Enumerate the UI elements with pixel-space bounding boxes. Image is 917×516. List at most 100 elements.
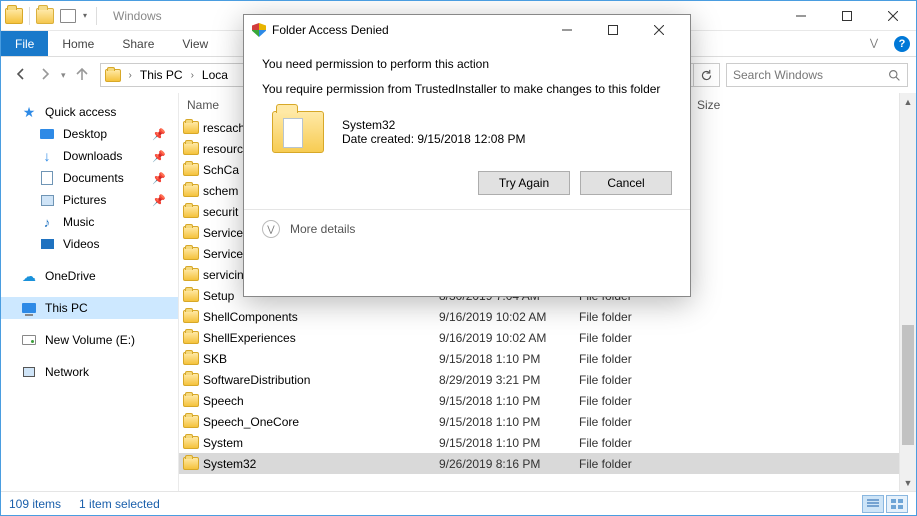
tab-home[interactable]: Home (48, 31, 108, 56)
expand-ribbon-button[interactable]: ⋁ (860, 31, 888, 56)
folder-access-denied-dialog: Folder Access Denied You need permission… (243, 14, 691, 297)
refresh-button[interactable] (693, 64, 719, 86)
folder-icon (179, 142, 203, 155)
maximize-button[interactable] (824, 1, 870, 31)
file-type: File folder (579, 373, 689, 387)
icons-view-button[interactable] (886, 495, 908, 513)
scrollbar[interactable]: ▲ ▼ (899, 93, 916, 491)
file-type: File folder (579, 331, 689, 345)
up-button[interactable] (74, 66, 90, 85)
column-size[interactable]: Size (689, 98, 749, 112)
file-date: 9/26/2019 8:16 PM (439, 457, 579, 471)
music-icon: ♪ (39, 214, 55, 230)
dialog-item-info: System32 Date created: 9/15/2018 12:08 P… (342, 118, 525, 146)
navigation-pane: ★Quick access Desktop📌 ↓Downloads📌 Docum… (1, 93, 179, 491)
selection-count: 1 item selected (79, 497, 160, 511)
sidebar-label: Desktop (63, 127, 107, 141)
search-input[interactable]: Search Windows (726, 63, 908, 87)
history-dropdown-icon[interactable]: ▾ (61, 70, 66, 81)
pc-icon (21, 300, 37, 316)
dialog-item-row: System32 Date created: 9/15/2018 12:08 P… (262, 111, 672, 153)
sidebar-item-quick-access[interactable]: ★Quick access (1, 101, 178, 123)
folder-icon (179, 226, 203, 239)
table-row[interactable]: Speech9/15/2018 1:10 PMFile folder (179, 390, 899, 411)
search-icon (888, 69, 901, 82)
file-date: 9/15/2018 1:10 PM (439, 436, 579, 450)
more-details-label: More details (290, 222, 355, 236)
folder-icon (101, 69, 125, 82)
new-folder-icon[interactable] (60, 9, 76, 23)
file-name: System32 (203, 457, 439, 471)
close-button[interactable] (870, 1, 916, 31)
sidebar-label: Downloads (63, 149, 122, 163)
details-view-button[interactable] (862, 495, 884, 513)
folder-icon (179, 121, 203, 134)
separator (29, 7, 30, 25)
dialog-minimize-button[interactable] (544, 15, 590, 45)
chevron-right-icon[interactable]: › (125, 70, 136, 81)
table-row[interactable]: SKB9/15/2018 1:10 PMFile folder (179, 348, 899, 369)
sidebar-label: Network (45, 365, 89, 379)
sidebar-label: New Volume (E:) (45, 333, 135, 347)
folder-icon (179, 436, 203, 449)
forward-button[interactable] (37, 66, 53, 85)
file-date: 9/15/2018 1:10 PM (439, 394, 579, 408)
table-row[interactable]: ShellExperiences9/16/2019 10:02 AMFile f… (179, 327, 899, 348)
network-icon (21, 364, 37, 380)
table-row[interactable]: SoftwareDistribution8/29/2019 3:21 PMFil… (179, 369, 899, 390)
sidebar-item-network[interactable]: Network (1, 361, 178, 383)
file-date: 8/29/2019 3:21 PM (439, 373, 579, 387)
table-row[interactable]: ShellComponents9/16/2019 10:02 AMFile fo… (179, 306, 899, 327)
sidebar-item-videos[interactable]: Videos (1, 233, 178, 255)
tab-file[interactable]: File (1, 31, 48, 56)
file-name: Speech (203, 394, 439, 408)
quick-access-toolbar: ▾ (1, 7, 107, 25)
dialog-close-button[interactable] (636, 15, 682, 45)
qat-dropdown-icon[interactable]: ▾ (80, 11, 90, 21)
sidebar-item-downloads[interactable]: ↓Downloads📌 (1, 145, 178, 167)
dialog-window-controls (544, 15, 682, 45)
file-name: SKB (203, 352, 439, 366)
pictures-icon (39, 192, 55, 208)
table-row[interactable]: System9/15/2018 1:10 PMFile folder (179, 432, 899, 453)
properties-icon[interactable] (36, 8, 54, 24)
tab-view[interactable]: View (168, 31, 222, 56)
view-buttons (862, 495, 908, 513)
sidebar-item-pictures[interactable]: Pictures📌 (1, 189, 178, 211)
dialog-subtext: You require permission from TrustedInsta… (262, 81, 672, 97)
sidebar-item-music[interactable]: ♪Music (1, 211, 178, 233)
scroll-thumb[interactable] (902, 325, 914, 445)
try-again-button[interactable]: Try Again (478, 171, 570, 195)
cancel-button[interactable]: Cancel (580, 171, 672, 195)
file-name: ShellComponents (203, 310, 439, 324)
scroll-up-button[interactable]: ▲ (900, 93, 916, 110)
folder-icon (5, 8, 23, 24)
sidebar-label: OneDrive (45, 269, 96, 283)
file-date: 9/16/2019 10:02 AM (439, 331, 579, 345)
folder-icon (179, 268, 203, 281)
chevron-right-icon[interactable]: › (187, 70, 198, 81)
back-button[interactable] (13, 66, 29, 85)
breadcrumb[interactable]: Loca (198, 68, 232, 82)
help-button[interactable]: ? (888, 31, 916, 56)
sidebar-item-onedrive[interactable]: ☁OneDrive (1, 265, 178, 287)
tab-share[interactable]: Share (108, 31, 168, 56)
folder-icon (179, 184, 203, 197)
minimize-button[interactable] (778, 1, 824, 31)
file-name: Speech_OneCore (203, 415, 439, 429)
folder-icon (179, 163, 203, 176)
sidebar-item-new-volume[interactable]: New Volume (E:) (1, 329, 178, 351)
folder-icon (179, 415, 203, 428)
breadcrumb[interactable]: This PC (136, 68, 187, 82)
sidebar-item-documents[interactable]: Documents📌 (1, 167, 178, 189)
file-date: 9/16/2019 10:02 AM (439, 310, 579, 324)
more-details-row[interactable]: ⋁ More details (244, 209, 690, 248)
sidebar-item-this-pc[interactable]: This PC (1, 297, 178, 319)
scroll-down-button[interactable]: ▼ (900, 474, 916, 491)
documents-icon (39, 170, 55, 186)
sidebar-item-desktop[interactable]: Desktop📌 (1, 123, 178, 145)
table-row[interactable]: System329/26/2019 8:16 PMFile folder (179, 453, 899, 474)
table-row[interactable]: Speech_OneCore9/15/2018 1:10 PMFile fold… (179, 411, 899, 432)
dialog-maximize-button[interactable] (590, 15, 636, 45)
folder-icon (179, 205, 203, 218)
